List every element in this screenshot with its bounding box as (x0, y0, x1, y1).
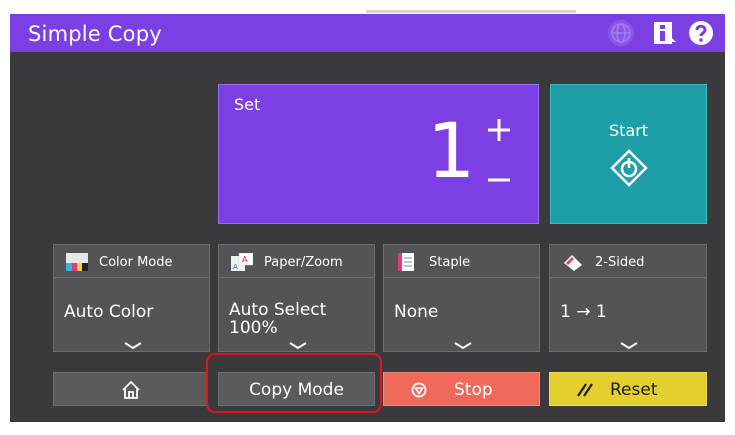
paper-zoom-header: A A Paper/Zoom (219, 245, 374, 278)
web-icon[interactable] (608, 20, 634, 46)
increment-button[interactable] (484, 115, 514, 145)
chevron-down-icon (124, 335, 142, 350)
start-label: Start (608, 121, 649, 140)
two-sided-value: 1 → 1 (560, 302, 607, 322)
info-icon[interactable] (652, 20, 678, 46)
two-sided-tile[interactable]: 2-Sided 1 → 1 (549, 244, 707, 352)
paper-zoom-ratio: 100% (229, 318, 278, 338)
start-button[interactable]: Start (550, 84, 707, 224)
staple-value: None (394, 302, 439, 322)
staple-label: Staple (429, 255, 471, 270)
svg-text:A: A (233, 263, 238, 271)
chevron-down-icon (289, 335, 307, 350)
stop-label: Stop (454, 380, 493, 400)
chevron-down-icon (620, 335, 638, 350)
help-icon[interactable] (688, 20, 714, 46)
app-title: Simple Copy (28, 22, 162, 46)
staple-header: Staple (384, 245, 539, 278)
staple-tile[interactable]: Staple None (383, 244, 540, 352)
two-sided-label: 2-Sided (595, 255, 645, 270)
decrement-button[interactable] (484, 165, 514, 195)
home-icon (120, 379, 142, 401)
reset-label: Reset (610, 380, 658, 400)
copy-count[interactable]: 1 (427, 113, 475, 189)
start-diamond-icon (610, 149, 648, 187)
paper-zoom-icon: A A (231, 252, 254, 271)
two-sided-icon (562, 253, 584, 271)
tab-indicator (366, 10, 576, 13)
paper-zoom-value: Auto Select (229, 300, 327, 320)
chevron-down-icon (454, 335, 472, 350)
stop-icon (411, 382, 427, 398)
color-mode-icon (66, 253, 88, 271)
stop-button[interactable]: Stop (383, 372, 540, 406)
color-mode-header: Color Mode (54, 245, 209, 278)
paper-zoom-tile[interactable]: A A Paper/Zoom Auto Select 100% (218, 244, 375, 352)
color-mode-label: Color Mode (99, 255, 173, 270)
home-button[interactable] (53, 372, 208, 406)
copy-mode-highlight (206, 353, 382, 413)
title-bar: Simple Copy (10, 14, 725, 52)
svg-text:A: A (242, 255, 248, 264)
staple-icon (396, 253, 418, 271)
reset-button[interactable]: Reset (549, 372, 707, 406)
set-label: Set (234, 95, 261, 114)
paper-zoom-label: Paper/Zoom (264, 255, 343, 270)
color-mode-value: Auto Color (64, 302, 154, 322)
set-count-panel: Set 1 (218, 84, 539, 224)
reset-icon (576, 382, 594, 398)
two-sided-header: 2-Sided (550, 245, 706, 278)
top-strip (0, 0, 735, 14)
color-mode-tile[interactable]: Color Mode Auto Color (53, 244, 210, 352)
